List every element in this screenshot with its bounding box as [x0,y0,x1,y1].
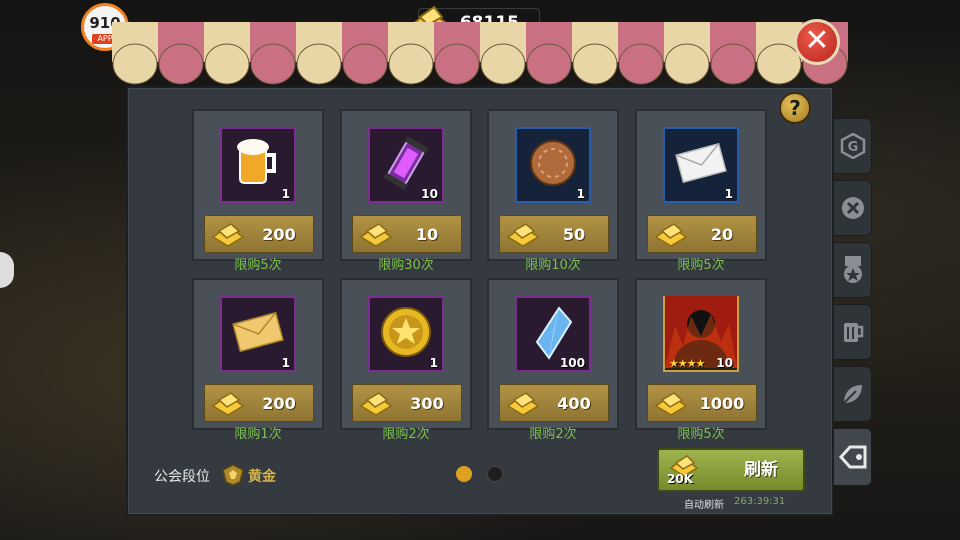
item-quantity: 10 [716,356,733,370]
purchase-limit: 限购10次 [525,258,581,273]
close-icon: ✕ [804,23,830,58]
item-quantity: 1 [281,356,290,370]
item-price: 10 [415,225,439,244]
gold-ingot-icon [211,392,245,416]
item-card[interactable]: 10 10 [340,109,472,261]
purchase-limit: 限购5次 [677,427,725,442]
item-slot[interactable]: ★★★★ 10 [663,296,739,372]
side-tab-g[interactable]: G [834,118,872,174]
purchase-limit: 限购30次 [378,258,434,273]
item-price: 20 [710,225,734,244]
item-card[interactable]: 1 200 [192,278,324,430]
item-quantity: 100 [559,356,585,370]
leaf-icon [842,385,862,404]
gold-ingot-icon [359,223,393,247]
item-card[interactable]: 1 20 [635,109,767,261]
auto-refresh-timer: 263:39:31 [734,496,786,507]
purchase-limit: 限购2次 [529,427,577,442]
item-price: 1000 [699,394,745,413]
guild-rank-label: 公会段位 [154,469,210,485]
gold-ingot-icon [654,223,688,247]
guild-rank-emblem-icon [222,464,244,486]
item-card[interactable]: 1 300 [340,278,472,430]
buy-button[interactable]: 200 [204,384,314,422]
shop-awning [112,22,848,85]
item-slot[interactable]: 1 [663,127,739,203]
buy-button[interactable]: 200 [204,215,314,253]
svg-text:G: G [847,140,858,155]
item-card[interactable]: ★★★★ 10 1000 [635,278,767,430]
purchase-limit: 限购1次 [234,427,282,442]
help-button[interactable]: ? [779,92,811,124]
side-tab-medal[interactable] [834,242,872,298]
item-quantity: 1 [724,187,733,201]
item-quantity: 1 [576,187,585,201]
item-price: 200 [262,394,296,413]
buy-button[interactable]: 20 [647,215,757,253]
item-card[interactable]: 1 50 [487,109,619,261]
item-price: 50 [562,225,586,244]
gold-ingot-icon [359,392,393,416]
side-tab-leaf[interactable] [834,366,872,422]
purchase-limit: 限购5次 [677,258,725,273]
white-envelope-icon [671,133,731,197]
buy-button[interactable]: 300 [352,384,462,422]
buy-button[interactable]: 400 [499,384,609,422]
buy-button[interactable]: 1000 [647,384,757,422]
g-badge-icon: G [840,133,865,159]
question-icon: ? [789,96,801,120]
beer-mug-icon [843,323,863,342]
page-dot-1[interactable] [456,466,472,482]
item-quantity: 1 [281,187,290,201]
purchase-limit: 限购2次 [382,427,430,442]
gold-ingot-icon [506,223,540,247]
item-slot[interactable]: 1 [220,296,296,372]
gold-ingot-icon [654,392,688,416]
buy-button[interactable]: 10 [352,215,462,253]
item-price: 300 [410,394,444,413]
item-slot[interactable]: 1 [220,127,296,203]
item-slot[interactable]: 10 [368,127,444,203]
page-dot-2[interactable] [487,466,503,482]
item-card[interactable]: 1 200 [192,109,324,261]
side-tab-beer[interactable] [834,304,872,360]
beer-mug-icon [228,133,288,197]
refresh-label: 刷新 [744,460,778,480]
cross-emblem-icon [841,197,864,219]
item-price: 400 [557,394,591,413]
gold-envelope-icon [228,302,288,366]
item-card[interactable]: 100 400 [487,278,619,430]
refresh-cost: 20K [667,472,693,486]
auto-refresh-label: 自动刷新 [684,500,724,511]
gold-coin-icon [376,302,436,366]
item-quantity: 1 [429,356,438,370]
shop-tag-icon [838,445,866,469]
guild-rank-value: 黄金 [248,469,276,485]
item-quantity: 10 [421,187,438,201]
refresh-button[interactable]: 20K 刷新 [657,448,805,492]
gold-ingot-icon [211,223,245,247]
star-rating: ★★★★ [669,357,705,370]
item-price: 200 [262,225,296,244]
side-tab-cross[interactable] [834,180,872,236]
item-slot[interactable]: 100 [515,296,591,372]
medal-icon [843,256,862,283]
bronze-chip-icon [523,133,583,197]
item-slot[interactable]: 1 [515,127,591,203]
buy-button[interactable]: 50 [499,215,609,253]
purchase-limit: 限购5次 [234,258,282,273]
gold-ingot-icon [506,392,540,416]
side-tab-shop[interactable] [834,428,872,486]
item-slot[interactable]: 1 [368,296,444,372]
close-button[interactable]: ✕ [794,19,840,65]
